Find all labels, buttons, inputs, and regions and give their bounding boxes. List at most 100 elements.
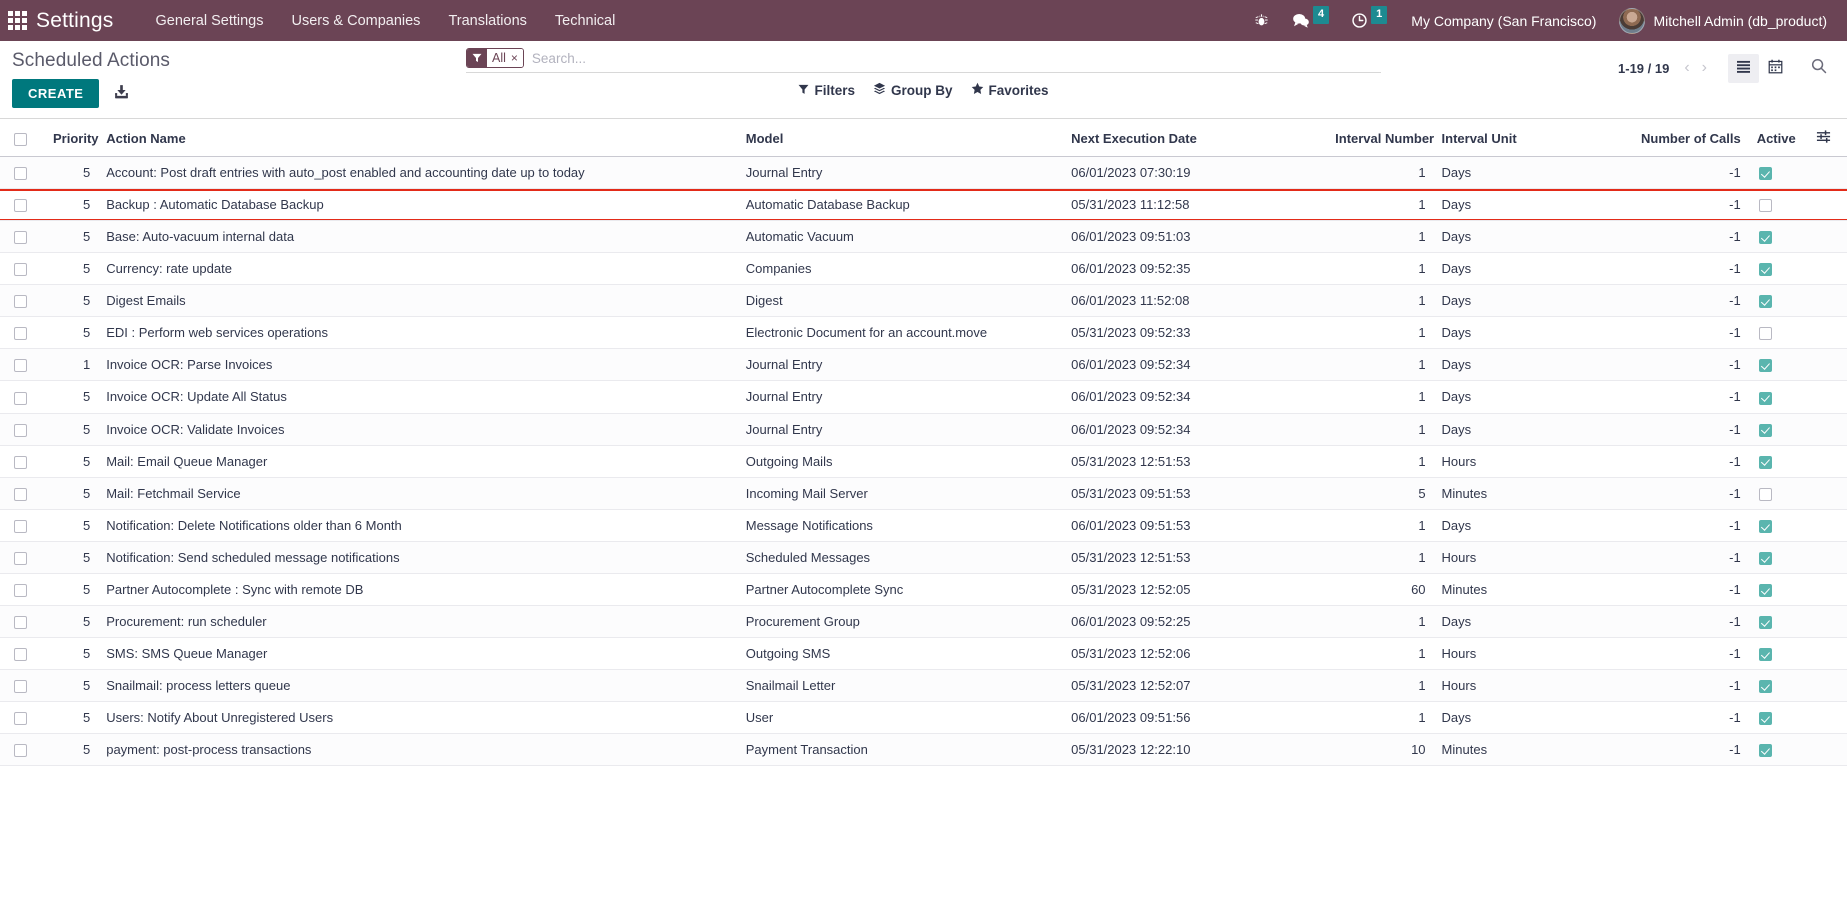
active-checkbox[interactable] [1758, 327, 1772, 341]
cell-action-name: Notification: Delete Notifications older… [98, 509, 738, 542]
row-select-checkbox[interactable] [14, 423, 27, 437]
bug-icon[interactable] [1243, 0, 1280, 41]
table-row[interactable]: 5 Invoice OCR: Update All Status Journal E… [0, 380, 1847, 414]
row-select-checkbox[interactable] [14, 327, 27, 341]
table-row[interactable]: 5 payment: post-process transactions Payme… [0, 733, 1847, 767]
cell-interval-number: 10 [1327, 733, 1434, 767]
active-checkbox[interactable] [1758, 744, 1772, 758]
menu-general-settings[interactable]: General Settings [141, 2, 277, 40]
active-checkbox[interactable] [1758, 583, 1772, 597]
row-select-checkbox[interactable] [14, 744, 27, 758]
table-row[interactable]: 5 Snailmail: process letters queue Snailma… [0, 669, 1847, 703]
table-row[interactable]: 5 EDI : Perform web services operations El… [0, 316, 1847, 350]
search-facet-all[interactable]: All × [466, 48, 524, 68]
active-checkbox[interactable] [1758, 423, 1772, 437]
company-switcher[interactable]: My Company (San Francisco) [1398, 0, 1609, 41]
table-row[interactable]: 5 Digest Emails Digest 06/01/2023 11:52:08 1… [0, 284, 1847, 318]
activities-clock-icon[interactable]: 1 [1340, 0, 1398, 41]
table-row[interactable]: 5 Mail: Email Queue Manager Outgoing Mails… [0, 445, 1847, 478]
row-select-checkbox[interactable] [14, 263, 27, 277]
pager-previous-button[interactable]: ‹ [1679, 60, 1694, 76]
pager-next-button[interactable]: › [1697, 60, 1712, 76]
table-row[interactable]: 5 Account: Post draft entries with auto_p… [0, 156, 1847, 190]
table-row[interactable]: 5 SMS: SMS Queue Manager Outgoing SMS 05/31… [0, 637, 1847, 671]
table-row[interactable]: 5 Users: Notify About Unregistered Users U… [0, 701, 1847, 735]
row-select-checkbox[interactable] [14, 712, 27, 726]
favorites-dropdown[interactable]: Favorites [971, 82, 1049, 98]
active-checkbox[interactable] [1758, 295, 1772, 309]
cell-next-execution-date: 06/01/2023 09:52:25 [1063, 605, 1328, 638]
column-header-priority[interactable]: Priority [45, 119, 99, 157]
menu-translations[interactable]: Translations [434, 2, 540, 40]
active-checkbox[interactable] [1758, 551, 1772, 565]
active-checkbox[interactable] [1758, 263, 1772, 277]
active-checkbox[interactable] [1758, 359, 1772, 373]
messages-icon[interactable]: 4 [1280, 0, 1340, 41]
active-checkbox[interactable] [1758, 487, 1772, 501]
active-checkbox[interactable] [1758, 199, 1772, 213]
column-header-number-of-calls[interactable]: Number of Calls [1625, 119, 1749, 157]
active-checkbox[interactable] [1758, 455, 1772, 469]
row-select-cell [0, 605, 46, 638]
active-checkbox[interactable] [1758, 231, 1772, 245]
row-select-checkbox[interactable] [14, 167, 27, 181]
cell-optional-spacer [1808, 509, 1847, 542]
active-checkbox[interactable] [1758, 712, 1772, 726]
cell-interval-number: 1 [1327, 284, 1434, 318]
row-select-checkbox[interactable] [14, 680, 27, 694]
row-select-checkbox[interactable] [14, 359, 27, 373]
select-all-checkbox[interactable] [14, 132, 27, 146]
filters-dropdown[interactable]: Filters [798, 83, 855, 98]
table-row[interactable]: 5 Partner Autocomplete : Sync with remote… [0, 573, 1847, 606]
group-by-dropdown[interactable]: Group By [873, 82, 953, 98]
table-row[interactable]: 5 Mail: Fetchmail Service Incoming Mail Se… [0, 477, 1847, 510]
cell-optional-spacer [1808, 284, 1847, 318]
apps-grid-icon[interactable] [4, 8, 30, 34]
app-brand-settings[interactable]: Settings [36, 9, 113, 33]
row-select-checkbox[interactable] [14, 648, 27, 661]
table-row[interactable]: 1 Invoice OCR: Parse Invoices Journal Entr… [0, 348, 1847, 382]
create-button[interactable]: CREATE [12, 79, 100, 108]
row-select-checkbox[interactable] [14, 391, 27, 405]
row-select-checkbox[interactable] [14, 295, 27, 309]
import-records-icon[interactable] [107, 82, 136, 106]
table-row[interactable]: 5 Notification: Send scheduled message no… [0, 541, 1847, 574]
cell-model: Outgoing SMS [737, 637, 1064, 671]
facet-remove-icon[interactable]: × [511, 52, 518, 64]
column-header-interval-unit[interactable]: Interval Unit [1433, 119, 1626, 157]
row-select-checkbox[interactable] [14, 519, 27, 533]
table-row[interactable]: 5 Backup : Automatic Database Backup Autom… [0, 188, 1847, 222]
active-checkbox[interactable] [1758, 680, 1772, 694]
row-select-checkbox[interactable] [14, 583, 27, 597]
user-menu[interactable]: Mitchell Admin (db_product) [1609, 0, 1835, 41]
table-row[interactable]: 5 Invoice OCR: Validate Invoices Journal E… [0, 413, 1847, 446]
active-checkbox[interactable] [1758, 615, 1772, 629]
column-header-action-name[interactable]: Action Name [98, 119, 738, 157]
row-select-checkbox[interactable] [14, 487, 27, 501]
pager-value[interactable]: 1-19 / 19 [1618, 61, 1669, 76]
active-checkbox[interactable] [1758, 391, 1772, 405]
row-select-checkbox[interactable] [14, 199, 27, 213]
list-view-button[interactable] [1728, 53, 1759, 83]
column-header-interval-number[interactable]: Interval Number [1327, 119, 1434, 157]
column-header-active[interactable]: Active [1748, 119, 1809, 157]
search-toggle-icon[interactable] [1803, 53, 1835, 83]
menu-technical[interactable]: Technical [541, 2, 629, 40]
table-row[interactable]: 5 Procurement: run scheduler Procurement G… [0, 605, 1847, 638]
table-row[interactable]: 5 Notification: Delete Notifications olde… [0, 509, 1847, 542]
calendar-view-button[interactable] [1760, 54, 1791, 83]
row-select-checkbox[interactable] [14, 231, 27, 245]
active-checkbox[interactable] [1758, 167, 1772, 181]
active-checkbox[interactable] [1758, 519, 1772, 533]
table-row[interactable]: 5 Currency: rate update Companies 06/01/202… [0, 252, 1847, 286]
table-row[interactable]: 5 Base: Auto-vacuum internal data Automati… [0, 220, 1847, 254]
row-select-checkbox[interactable] [14, 551, 27, 565]
active-checkbox[interactable] [1758, 648, 1772, 661]
search-input[interactable] [523, 48, 1381, 68]
row-select-checkbox[interactable] [14, 615, 27, 629]
column-header-model[interactable]: Model [737, 119, 1064, 157]
column-header-next-execution-date[interactable]: Next Execution Date [1063, 119, 1328, 157]
row-select-checkbox[interactable] [14, 455, 27, 469]
menu-users-companies[interactable]: Users & Companies [278, 2, 435, 40]
optional-columns-icon[interactable] [1816, 129, 1831, 146]
